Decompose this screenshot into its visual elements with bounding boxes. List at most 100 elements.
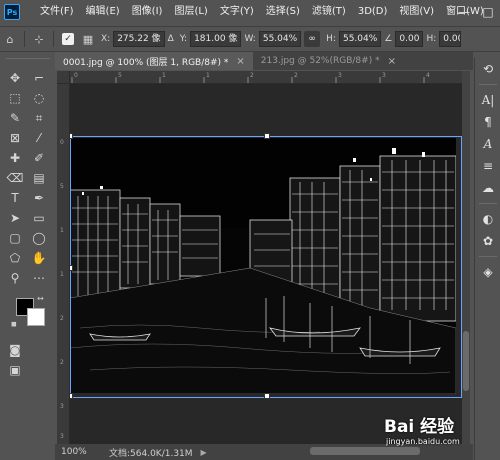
photoshop-logo-icon[interactable]: Ps [4, 4, 20, 20]
properties-icon[interactable]: ≡ [475, 155, 500, 177]
history-icon[interactable]: ⟲ [475, 58, 500, 80]
status-menu-arrow-icon[interactable]: ▶ [201, 448, 207, 457]
height-field[interactable]: 55.04% [338, 31, 382, 47]
y-label: Y: [179, 34, 188, 44]
rect-marquee-icon[interactable]: ⬚ [3, 88, 27, 108]
swap-colors-icon[interactable]: ↔ [37, 294, 44, 303]
ruler-label: 5 [60, 183, 64, 190]
menu-view[interactable]: 视图(V) [393, 0, 440, 24]
home-icon[interactable]: ⌂ [0, 29, 20, 49]
rounded-rect-icon[interactable]: ▢ [3, 228, 27, 248]
document-tabs: 0001.jpg @ 100% (图层 1, RGB/8#) * × 213.j… [55, 52, 473, 70]
background-color[interactable] [27, 308, 45, 326]
path-select-icon[interactable]: ➤ [3, 208, 27, 228]
tab-213[interactable]: 213.jpg @ 52%(RGB/8#) * × [252, 52, 404, 70]
menu-image[interactable]: 图像(I) [126, 0, 169, 24]
zoom-icon[interactable]: ⚲ [3, 268, 27, 288]
eyedropper-icon[interactable]: ⁄ [27, 128, 51, 148]
skew-h-field[interactable]: 0.00 [439, 31, 462, 47]
ellipse-icon[interactable]: ◯ [27, 228, 51, 248]
tab-label: 0001.jpg @ 100% (图层 1, RGB/8#) * [63, 57, 229, 68]
menu-select[interactable]: 选择(S) [260, 0, 306, 24]
move-icon[interactable]: ✥ [3, 68, 27, 88]
menu-filter[interactable]: 滤镜(T) [306, 0, 352, 24]
menu-layer[interactable]: 图层(L) [168, 0, 213, 24]
ruler-label: 2 [60, 359, 64, 366]
h-label: H: [326, 34, 336, 44]
document-info: 文档:564.0K/1.31M [109, 448, 193, 459]
default-colors-icon[interactable]: ◼ [11, 320, 17, 328]
grid-icon[interactable]: ▦ [78, 29, 98, 49]
window-controls: — □ [452, 0, 500, 24]
y-field[interactable]: 181.00 像 [190, 31, 242, 47]
watermark-logo: Bai 经验 [384, 417, 455, 437]
right-panel-dock: ⟲ A| ¶ A ≡ ☁ ◐ ✿ ◈ [474, 58, 500, 460]
eraser-icon[interactable]: ⌫ [3, 168, 27, 188]
paragraph-icon[interactable]: ¶ [475, 111, 500, 133]
polygon-icon[interactable]: ⬠ [3, 248, 27, 268]
x-label: X: [101, 34, 111, 44]
ruler-label: 1 [60, 227, 64, 234]
lasso-icon[interactable]: ◌ [27, 88, 51, 108]
brush-icon[interactable]: ✐ [27, 148, 51, 168]
angle-icon: ∠ [384, 34, 393, 44]
screen-mode-icon[interactable]: ▣ [3, 360, 27, 380]
tab-0001[interactable]: 0001.jpg @ 100% (图层 1, RGB/8#) * × [55, 52, 253, 70]
rectangle-icon[interactable]: ▭ [27, 208, 51, 228]
edge-detected-venice-image[interactable] [70, 138, 456, 394]
vertical-ruler[interactable]: 0 5 1 1 2 2 3 3 [57, 84, 70, 444]
canvas[interactable] [70, 84, 462, 444]
panel-grip[interactable] [6, 58, 50, 64]
ruler-label: 3 [60, 433, 64, 440]
type-icon[interactable]: T [3, 188, 27, 208]
maximize-button[interactable]: □ [476, 0, 500, 24]
reference-point-icon[interactable]: ⊹ [29, 29, 49, 49]
menu-edit[interactable]: 编辑(E) [80, 0, 126, 24]
adjustments-icon[interactable]: ◐ [475, 208, 500, 230]
reference-point-checkbox[interactable]: ✓ [62, 33, 74, 45]
frame-icon[interactable]: ⊠ [3, 128, 27, 148]
menu-3d[interactable]: 3D(D) [352, 0, 394, 24]
baidu-jingyan-watermark: Bai 经验 jingyan.baidu.com [382, 412, 498, 458]
ruler-label: 0 [60, 139, 64, 146]
artboard-icon[interactable]: ⌐ [27, 68, 51, 88]
color-swatches: ↔ ◼ [3, 294, 53, 338]
more-tools-icon[interactable]: ⋯ [27, 268, 51, 288]
link-icon[interactable]: ∞ [304, 31, 321, 47]
zoom-level[interactable]: 100% [55, 447, 91, 457]
horizontal-ruler[interactable]: 0 5 1 1 2 2 3 3 4 [70, 71, 462, 84]
layers-icon[interactable]: ◈ [475, 261, 500, 283]
w-label: W: [244, 34, 256, 44]
skew-h-label: H: [426, 34, 437, 44]
delta-icon[interactable]: Δ [168, 34, 174, 44]
character-icon[interactable]: A| [475, 89, 500, 111]
menu-bar: Ps 文件(F) 编辑(E) 图像(I) 图层(L) 文字(Y) 选择(S) 滤… [0, 0, 500, 24]
ruler-label: 3 [60, 403, 64, 410]
x-field[interactable]: 275.22 像 [113, 31, 165, 47]
divider [24, 31, 25, 47]
menu-file[interactable]: 文件(F) [34, 0, 80, 24]
color-wheel-icon[interactable]: ✿ [475, 230, 500, 252]
angle-field[interactable]: 0.00 [395, 31, 424, 47]
close-icon[interactable]: × [236, 56, 244, 67]
libraries-icon[interactable]: ☁ [475, 177, 500, 199]
vertical-scrollbar[interactable] [462, 71, 470, 444]
scrollbar-thumb[interactable] [463, 331, 469, 391]
ruler-corner[interactable] [57, 71, 70, 84]
gradient-icon[interactable]: ▤ [27, 168, 51, 188]
crop-icon[interactable]: ⌗ [27, 108, 51, 128]
glyphs-icon[interactable]: A [475, 133, 500, 155]
divider [479, 84, 497, 85]
tab-label: 213.jpg @ 52%(RGB/8#) * [260, 56, 380, 66]
divider [479, 203, 497, 204]
healing-brush-icon[interactable]: ✚ [3, 148, 27, 168]
quick-mask-icon[interactable]: ◙ [3, 340, 27, 360]
pen-icon[interactable]: ✒ [27, 188, 51, 208]
hand-icon[interactable]: ✋ [27, 248, 51, 268]
quick-select-icon[interactable]: ✎ [3, 108, 27, 128]
minimize-button[interactable]: — [452, 0, 476, 24]
divider [479, 256, 497, 257]
width-field[interactable]: 55.04% [258, 31, 302, 47]
close-icon[interactable]: × [388, 56, 396, 67]
menu-type[interactable]: 文字(Y) [214, 0, 260, 24]
